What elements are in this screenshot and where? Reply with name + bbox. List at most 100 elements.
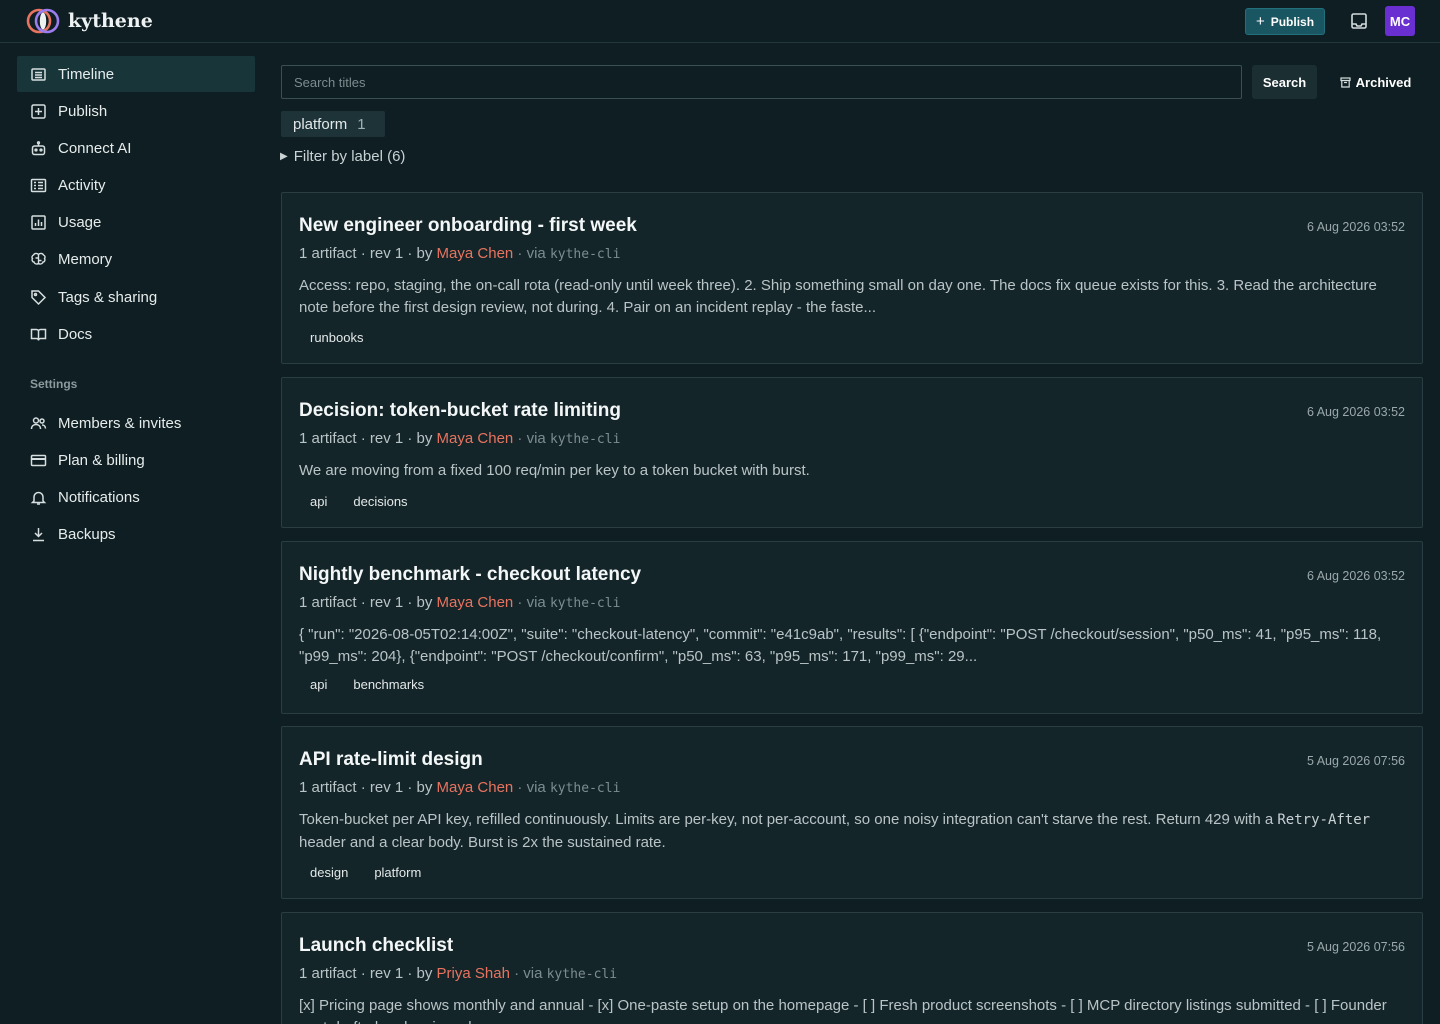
activity-icon xyxy=(30,178,47,193)
archived-button-label: Archived xyxy=(1355,74,1412,90)
card-author[interactable]: Maya Chen xyxy=(437,594,514,611)
card-title[interactable]: API rate-limit design xyxy=(299,748,1405,772)
tag-chip[interactable]: design xyxy=(299,861,359,884)
card-meta-prefix: 1 artifact · rev 1 · by xyxy=(299,245,437,262)
timeline-card[interactable]: Launch checklist 5 Aug 2026 07:56 1 arti… xyxy=(281,912,1423,1024)
sidebar-item-timeline[interactable]: Timeline xyxy=(17,56,255,92)
sidebar-item-label: Docs xyxy=(58,325,93,343)
timeline-card[interactable]: Decision: token-bucket rate limiting 6 A… xyxy=(281,377,1423,528)
plus-square-icon xyxy=(31,103,46,119)
sidebar-item-connect-ai[interactable]: Connect AI xyxy=(17,130,255,166)
card-meta: 1 artifact · rev 1 · by Maya Chen · via … xyxy=(299,593,1405,614)
timeline-icon xyxy=(31,67,46,81)
inline-code: Retry-After xyxy=(1277,812,1371,828)
sidebar-item-label: Publish xyxy=(58,102,108,120)
card-meta: 1 artifact · rev 1 · by Maya Chen · via … xyxy=(299,244,1405,265)
card-title[interactable]: Nightly benchmark - checkout latency xyxy=(299,563,1405,587)
card-tags: api decisions xyxy=(299,490,1405,513)
sidebar-item-members-invites[interactable]: Members & invites xyxy=(17,405,255,441)
inbox-icon[interactable] xyxy=(1349,11,1369,31)
card-source: kythe-cli xyxy=(549,432,621,447)
card-meta-prefix: 1 artifact · rev 1 · by xyxy=(299,430,437,447)
card-source: kythe-cli xyxy=(546,967,618,982)
tag-chip[interactable]: api xyxy=(299,673,338,696)
card-meta-prefix: 1 artifact · rev 1 · by xyxy=(299,779,437,796)
filter-label: platform xyxy=(293,115,348,133)
card-tags: api benchmarks xyxy=(299,673,1405,696)
card-via: · via xyxy=(513,430,550,447)
tag-chip[interactable]: decisions xyxy=(342,490,418,513)
card-date: 6 Aug 2026 03:52 xyxy=(1306,405,1405,419)
card-source: kythe-cli xyxy=(549,781,621,796)
chart-icon xyxy=(31,215,46,230)
book-icon xyxy=(30,328,47,341)
filter-by-label-toggle[interactable]: ▶ Filter by label (6) xyxy=(280,146,405,166)
card-title[interactable]: New engineer onboarding - first week xyxy=(299,214,1405,238)
sidebar-item-tags-sharing[interactable]: Tags & sharing xyxy=(17,279,255,315)
card-meta-prefix: 1 artifact · rev 1 · by xyxy=(299,594,437,611)
sidebar-item-label: Memory xyxy=(58,251,113,269)
sidebar-item-publish[interactable]: Publish xyxy=(17,93,255,129)
card-date: 6 Aug 2026 03:52 xyxy=(1306,220,1405,234)
card-excerpt-text: header and a clear body. Burst is 2x the… xyxy=(299,833,666,851)
filter-toggle-label: Filter by label (6) xyxy=(293,147,406,165)
brain-icon xyxy=(31,253,46,266)
card-date: 5 Aug 2026 07:56 xyxy=(1306,940,1405,954)
card-source: kythe-cli xyxy=(549,596,621,611)
timeline-card[interactable]: Nightly benchmark - checkout latency 6 A… xyxy=(281,541,1423,714)
card-author[interactable]: Maya Chen xyxy=(437,245,514,262)
publish-button[interactable]: + Publish xyxy=(1245,8,1325,35)
card-tags: runbooks xyxy=(299,326,1405,349)
sidebar-item-activity[interactable]: Activity xyxy=(17,168,255,204)
avatar[interactable]: MC xyxy=(1385,6,1415,36)
card-excerpt: [x] Pricing page shows monthly and annua… xyxy=(299,997,1387,1024)
sidebar-item-backups[interactable]: Backups xyxy=(17,517,255,553)
top-bar: kythene + Publish MC xyxy=(0,0,1440,43)
timeline-card[interactable]: API rate-limit design 5 Aug 2026 07:56 1… xyxy=(281,726,1423,899)
tag-chip[interactable]: benchmarks xyxy=(342,673,435,696)
tag-chip[interactable]: api xyxy=(299,490,338,513)
app-name: kythene xyxy=(68,10,153,32)
download-icon xyxy=(33,528,44,542)
sidebar-item-label: Members & invites xyxy=(58,414,182,432)
plus-icon: + xyxy=(1255,12,1265,30)
card-author[interactable]: Maya Chen xyxy=(437,779,514,796)
brand[interactable]: kythene xyxy=(26,7,153,35)
search-input[interactable] xyxy=(281,65,1242,99)
card-date: 6 Aug 2026 03:52 xyxy=(1306,569,1405,583)
robot-icon xyxy=(31,141,46,156)
active-label-filter[interactable]: platform 1 xyxy=(281,111,385,137)
bell-icon xyxy=(30,491,47,505)
archived-button[interactable]: Archived xyxy=(1333,65,1418,99)
tag-chip[interactable]: runbooks xyxy=(299,326,374,349)
filter-count: 1 xyxy=(357,115,366,133)
sidebar-item-label: Usage xyxy=(58,214,102,232)
card-meta: 1 artifact · rev 1 · by Maya Chen · via … xyxy=(299,778,1405,799)
tag-chip[interactable]: platform xyxy=(363,861,432,884)
card-author[interactable]: Priya Shah xyxy=(437,965,510,982)
sidebar-item-notifications[interactable]: Notifications xyxy=(17,480,255,516)
sidebar-item-memory[interactable]: Memory xyxy=(17,242,255,278)
card-via: · via xyxy=(513,594,550,611)
card-source: kythe-cli xyxy=(549,247,621,262)
publish-button-label: Publish xyxy=(1270,14,1315,29)
settings-heading: Settings xyxy=(30,377,78,392)
sidebar-item-plan-billing[interactable]: Plan & billing xyxy=(17,443,255,479)
search-button[interactable]: Search xyxy=(1252,65,1317,99)
card-title[interactable]: Decision: token-bucket rate limiting xyxy=(299,399,1405,423)
card-via: · via xyxy=(509,965,547,982)
card-excerpt: { "run": "2026-08-05T02:14:00Z", "suite"… xyxy=(299,626,1382,665)
sidebar-item-label: Backups xyxy=(58,526,116,544)
card-author[interactable]: Maya Chen xyxy=(437,430,514,447)
card-via: · via xyxy=(513,779,550,796)
card-title[interactable]: Launch checklist xyxy=(299,934,1405,958)
sidebar-item-docs[interactable]: Docs xyxy=(17,316,255,352)
sidebar-item-label: Notifications xyxy=(58,489,140,507)
card-excerpt: We are moving from a fixed 100 req/min p… xyxy=(299,462,810,479)
card-meta-prefix: 1 artifact · rev 1 · by xyxy=(299,965,437,982)
card-meta: 1 artifact · rev 1 · by Priya Shah · via… xyxy=(299,964,1405,985)
sidebar-item-label: Timeline xyxy=(58,65,115,83)
timeline-card[interactable]: New engineer onboarding - first week 6 A… xyxy=(281,192,1423,364)
sidebar-item-label: Plan & billing xyxy=(58,452,145,469)
sidebar-item-usage[interactable]: Usage xyxy=(17,205,255,241)
